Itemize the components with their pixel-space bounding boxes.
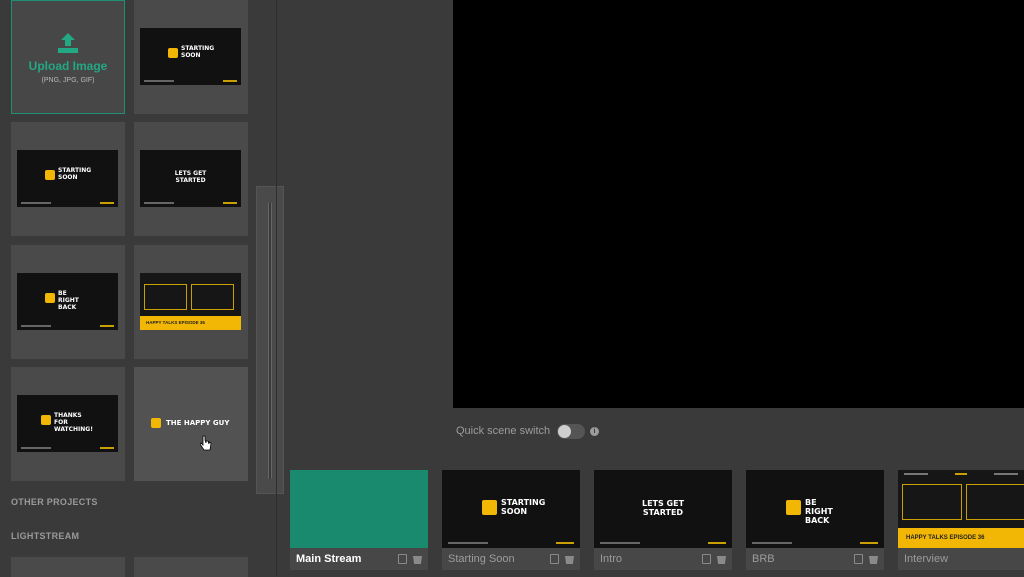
smiley-logo-icon [168,48,178,58]
duplicate-icon[interactable] [854,554,863,564]
library-thumbnail[interactable]: HAPPY TALKS EPISODE 36 [134,245,248,359]
upload-formats: (PNG, JPG, GIF) [41,76,95,84]
trash-icon[interactable] [413,556,422,564]
scene-thumbnail [290,470,428,548]
trash-icon[interactable] [717,556,726,564]
thumbnail-text: THE HAPPY GUY [166,419,230,427]
mouse-cursor-icon [200,435,212,451]
library-thumbnail[interactable]: STARTING SOON [11,122,125,236]
thumbnail-text: STARTING SOON [58,167,92,181]
scene-interview[interactable]: HAPPY TALKS EPISODE 36 Interview [898,470,1024,576]
quick-scene-switch-toggle[interactable] [557,424,585,439]
thumbnail-image: BE RIGHT BACK [17,273,118,330]
thumbnail-image: LETS GET STARTED [140,150,241,207]
library-thumbnail[interactable]: THANKS FOR WATCHING! [11,367,125,481]
library-thumbnail[interactable]: LETS GET STARTED [134,122,248,236]
thumbnail-text: LETS GET STARTED [174,170,207,184]
thumbnail-text: STARTING SOON [181,45,215,59]
thumbnail-image: THANKS FOR WATCHING! [17,395,118,452]
scene-thumbnail: HAPPY TALKS EPISODE 36 [898,470,1024,548]
info-icon[interactable]: i [590,427,599,436]
library-thumbnail[interactable]: THE HAPPY GUY [134,367,248,481]
thumbnail-text: THANKS FOR WATCHING! [54,412,93,433]
upload-title: Upload Image [28,58,108,73]
library-thumbnail[interactable] [11,557,125,577]
scene-thumbnail: LETS GET STARTED [594,470,732,548]
scene-thumbnail-text: HAPPY TALKS EPISODE 36 [898,528,1024,548]
scene-main-stream[interactable]: Main Stream [290,470,428,576]
scene-thumbnail: BE RIGHT BACK [746,470,884,548]
smiley-logo-icon [45,170,55,180]
scene-thumbnail: STARTING SOON [442,470,580,548]
smiley-logo-icon [786,500,801,515]
duplicate-icon[interactable] [398,554,407,564]
image-library-panel: Upload Image (PNG, JPG, GIF) STARTING SO… [0,0,256,577]
thumbnail-image: STARTING SOON [17,150,118,207]
scrollbar-thumb[interactable] [268,203,272,479]
smiley-logo-icon [41,415,51,425]
smiley-logo-icon [151,418,161,428]
scene-thumbnail-text: STARTING SOON [501,498,546,516]
trash-icon[interactable] [869,556,878,564]
trash-icon[interactable] [565,556,574,564]
scene-brb[interactable]: BE RIGHT BACK BRB [746,470,884,576]
toggle-knob [558,425,571,438]
scene-intro[interactable]: LETS GET STARTED Intro [594,470,732,576]
scene-starting-soon[interactable]: STARTING SOON Starting Soon [442,470,580,576]
duplicate-icon[interactable] [550,554,559,564]
thumbnail-text: BE RIGHT BACK [58,290,79,311]
library-thumbnail[interactable] [134,557,248,577]
panel-divider [276,0,277,576]
duplicate-icon[interactable] [702,554,711,564]
lightstream-heading[interactable]: LIGHTSTREAM [11,531,79,541]
thumbnail-image: STARTING SOON [140,28,241,85]
thumbnail-image: HAPPY TALKS EPISODE 36 [140,273,241,330]
panel-scrollbar[interactable] [256,186,284,494]
smiley-logo-icon [482,500,497,515]
library-thumbnail[interactable]: STARTING SOON [134,0,248,114]
library-thumbnail[interactable]: BE RIGHT BACK [11,245,125,359]
upload-icon [58,32,78,53]
smiley-logo-icon [45,293,55,303]
thumbnail-text: HAPPY TALKS EPISODE 36 [140,316,241,330]
quick-scene-switch-label: Quick scene switch [456,425,551,437]
scene-thumbnail-text: BE RIGHT BACK [805,498,833,525]
other-projects-heading[interactable]: OTHER PROJECTS [11,497,98,507]
scene-thumbnail-text: LETS GET STARTED [641,499,685,517]
stream-preview-canvas[interactable] [453,0,1024,408]
scene-label: Interview [898,548,1024,570]
upload-image-button[interactable]: Upload Image (PNG, JPG, GIF) [11,0,125,114]
